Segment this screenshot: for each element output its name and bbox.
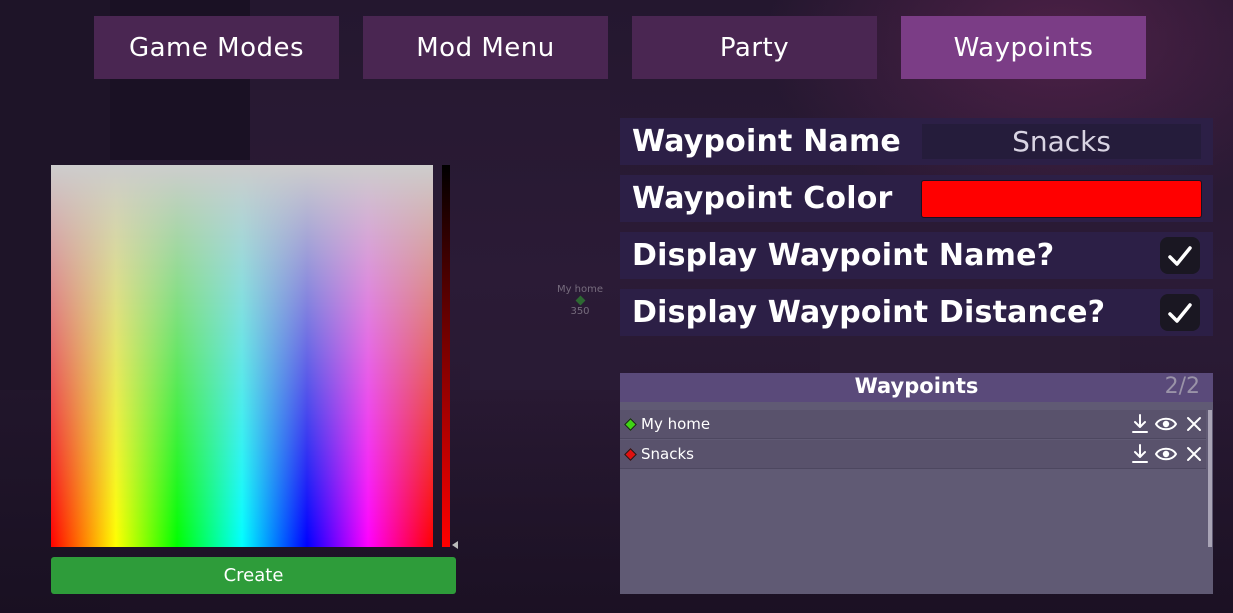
waypoints-count: 2/2 <box>1164 374 1200 399</box>
world-marker-diamond-icon <box>575 295 585 306</box>
tab-waypoints[interactable]: Waypoints <box>901 16 1146 79</box>
display-distance-label: Display Waypoint Distance? <box>632 295 1106 330</box>
tab-label: Game Modes <box>128 32 305 63</box>
close-icon[interactable] <box>1183 413 1205 435</box>
waypoint-color-label: Waypoint Color <box>632 181 893 216</box>
waypoint-list-item[interactable]: My home <box>620 410 1206 439</box>
display-name-row: Display Waypoint Name? <box>620 232 1213 279</box>
waypoint-name-label: Waypoint Name <box>632 124 901 159</box>
waypoint-color-swatch[interactable] <box>921 180 1202 218</box>
world-marker-name: My home <box>556 284 604 295</box>
display-name-label: Display Waypoint Name? <box>632 238 1055 273</box>
display-distance-row: Display Waypoint Distance? <box>620 289 1213 336</box>
close-icon[interactable] <box>1183 443 1205 465</box>
tab-party[interactable]: Party <box>632 16 877 79</box>
waypoint-item-name: Snacks <box>641 445 694 463</box>
color-value-slider[interactable] <box>442 165 450 547</box>
create-button[interactable]: Create <box>51 557 456 594</box>
waypoint-color-diamond-icon <box>624 447 637 461</box>
world-waypoint-marker: My home 350 <box>552 284 608 317</box>
eye-icon[interactable] <box>1155 413 1177 435</box>
tab-label: Party <box>719 32 790 63</box>
checkmark-icon <box>1168 245 1192 266</box>
world-marker-distance: 350 <box>570 306 590 317</box>
value-slider-handle[interactable] <box>452 541 458 549</box>
create-button-label: Create <box>223 565 284 586</box>
checkmark-icon <box>1168 302 1192 323</box>
tab-game-modes[interactable]: Game Modes <box>94 16 339 79</box>
display-name-checkbox[interactable] <box>1160 237 1200 274</box>
tab-mod-menu[interactable]: Mod Menu <box>363 16 608 79</box>
eye-icon[interactable] <box>1155 443 1177 465</box>
waypoint-name-input[interactable] <box>922 124 1201 159</box>
display-distance-checkbox[interactable] <box>1160 294 1200 331</box>
waypoints-list-scrollbar[interactable] <box>1208 410 1212 547</box>
tab-label: Waypoints <box>953 32 1094 63</box>
waypoints-list-header: Waypoints 2/2 <box>620 373 1213 402</box>
scene-building <box>250 90 610 160</box>
color-picker-area[interactable] <box>51 165 433 547</box>
download-icon[interactable] <box>1129 413 1151 435</box>
download-icon[interactable] <box>1129 443 1151 465</box>
waypoint-list-item[interactable]: Snacks <box>620 440 1206 469</box>
waypoints-list-title: Waypoints <box>854 374 979 398</box>
waypoint-item-name: My home <box>641 415 711 433</box>
tab-label: Mod Menu <box>416 32 555 63</box>
waypoint-color-diamond-icon <box>624 417 637 431</box>
waypoints-list-panel: Waypoints 2/2 My home Snacks <box>620 373 1213 594</box>
scene-building <box>470 330 630 390</box>
